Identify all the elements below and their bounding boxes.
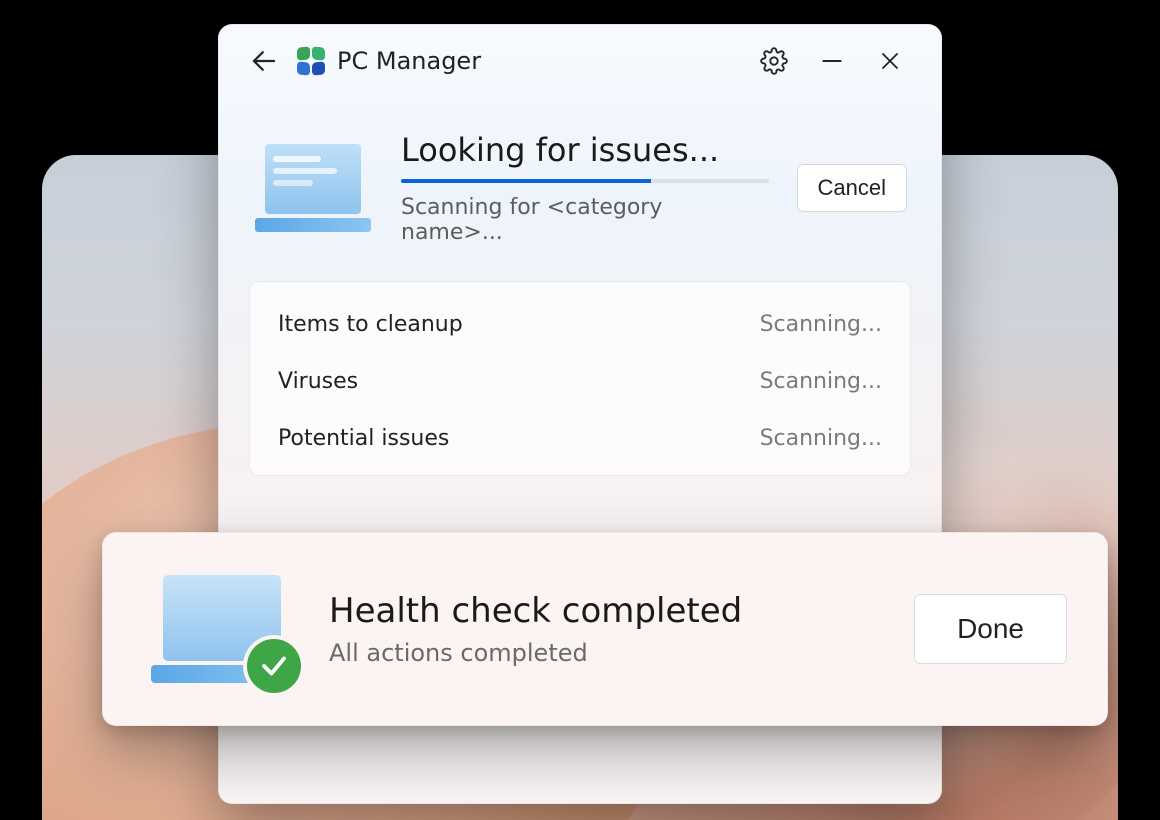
- category-name: Viruses: [278, 369, 358, 394]
- category-status: Scanning...: [760, 312, 882, 337]
- banner-subtitle: All actions completed: [329, 639, 882, 667]
- scan-categories-card: Items to cleanup Scanning... Viruses Sca…: [249, 281, 911, 476]
- minimize-icon: [819, 48, 845, 74]
- settings-button[interactable]: [745, 37, 803, 85]
- category-row: Potential issues Scanning...: [276, 410, 884, 467]
- app-logo-icon: [297, 47, 325, 75]
- minimize-button[interactable]: [803, 37, 861, 85]
- done-button[interactable]: Done: [914, 594, 1067, 664]
- category-status: Scanning...: [760, 369, 882, 394]
- scan-progress-bar: [401, 179, 769, 183]
- titlebar: PC Manager: [219, 25, 941, 97]
- check-icon: [247, 639, 301, 693]
- arrow-left-icon: [249, 46, 279, 76]
- category-row: Viruses Scanning...: [276, 353, 884, 410]
- scan-header: Looking for issues... Scanning for <cate…: [219, 97, 941, 271]
- category-name: Items to cleanup: [278, 312, 463, 337]
- title-cluster: PC Manager: [297, 47, 481, 75]
- close-button[interactable]: [861, 37, 919, 85]
- laptop-check-icon: [147, 569, 297, 689]
- category-status: Scanning...: [760, 426, 882, 451]
- banner-title: Health check completed: [329, 591, 882, 631]
- gear-icon: [760, 47, 788, 75]
- category-name: Potential issues: [278, 426, 449, 451]
- app-title: PC Manager: [337, 47, 481, 75]
- scan-progress-fill: [401, 179, 651, 183]
- close-icon: [878, 49, 902, 73]
- cancel-button[interactable]: Cancel: [797, 164, 907, 212]
- scan-title: Looking for issues...: [401, 131, 769, 169]
- scan-subtitle: Scanning for <category name>...: [401, 195, 769, 245]
- completion-banner: Health check completed All actions compl…: [102, 532, 1108, 726]
- laptop-icon: [253, 140, 373, 236]
- back-button[interactable]: [235, 37, 293, 85]
- category-row: Items to cleanup Scanning...: [276, 296, 884, 353]
